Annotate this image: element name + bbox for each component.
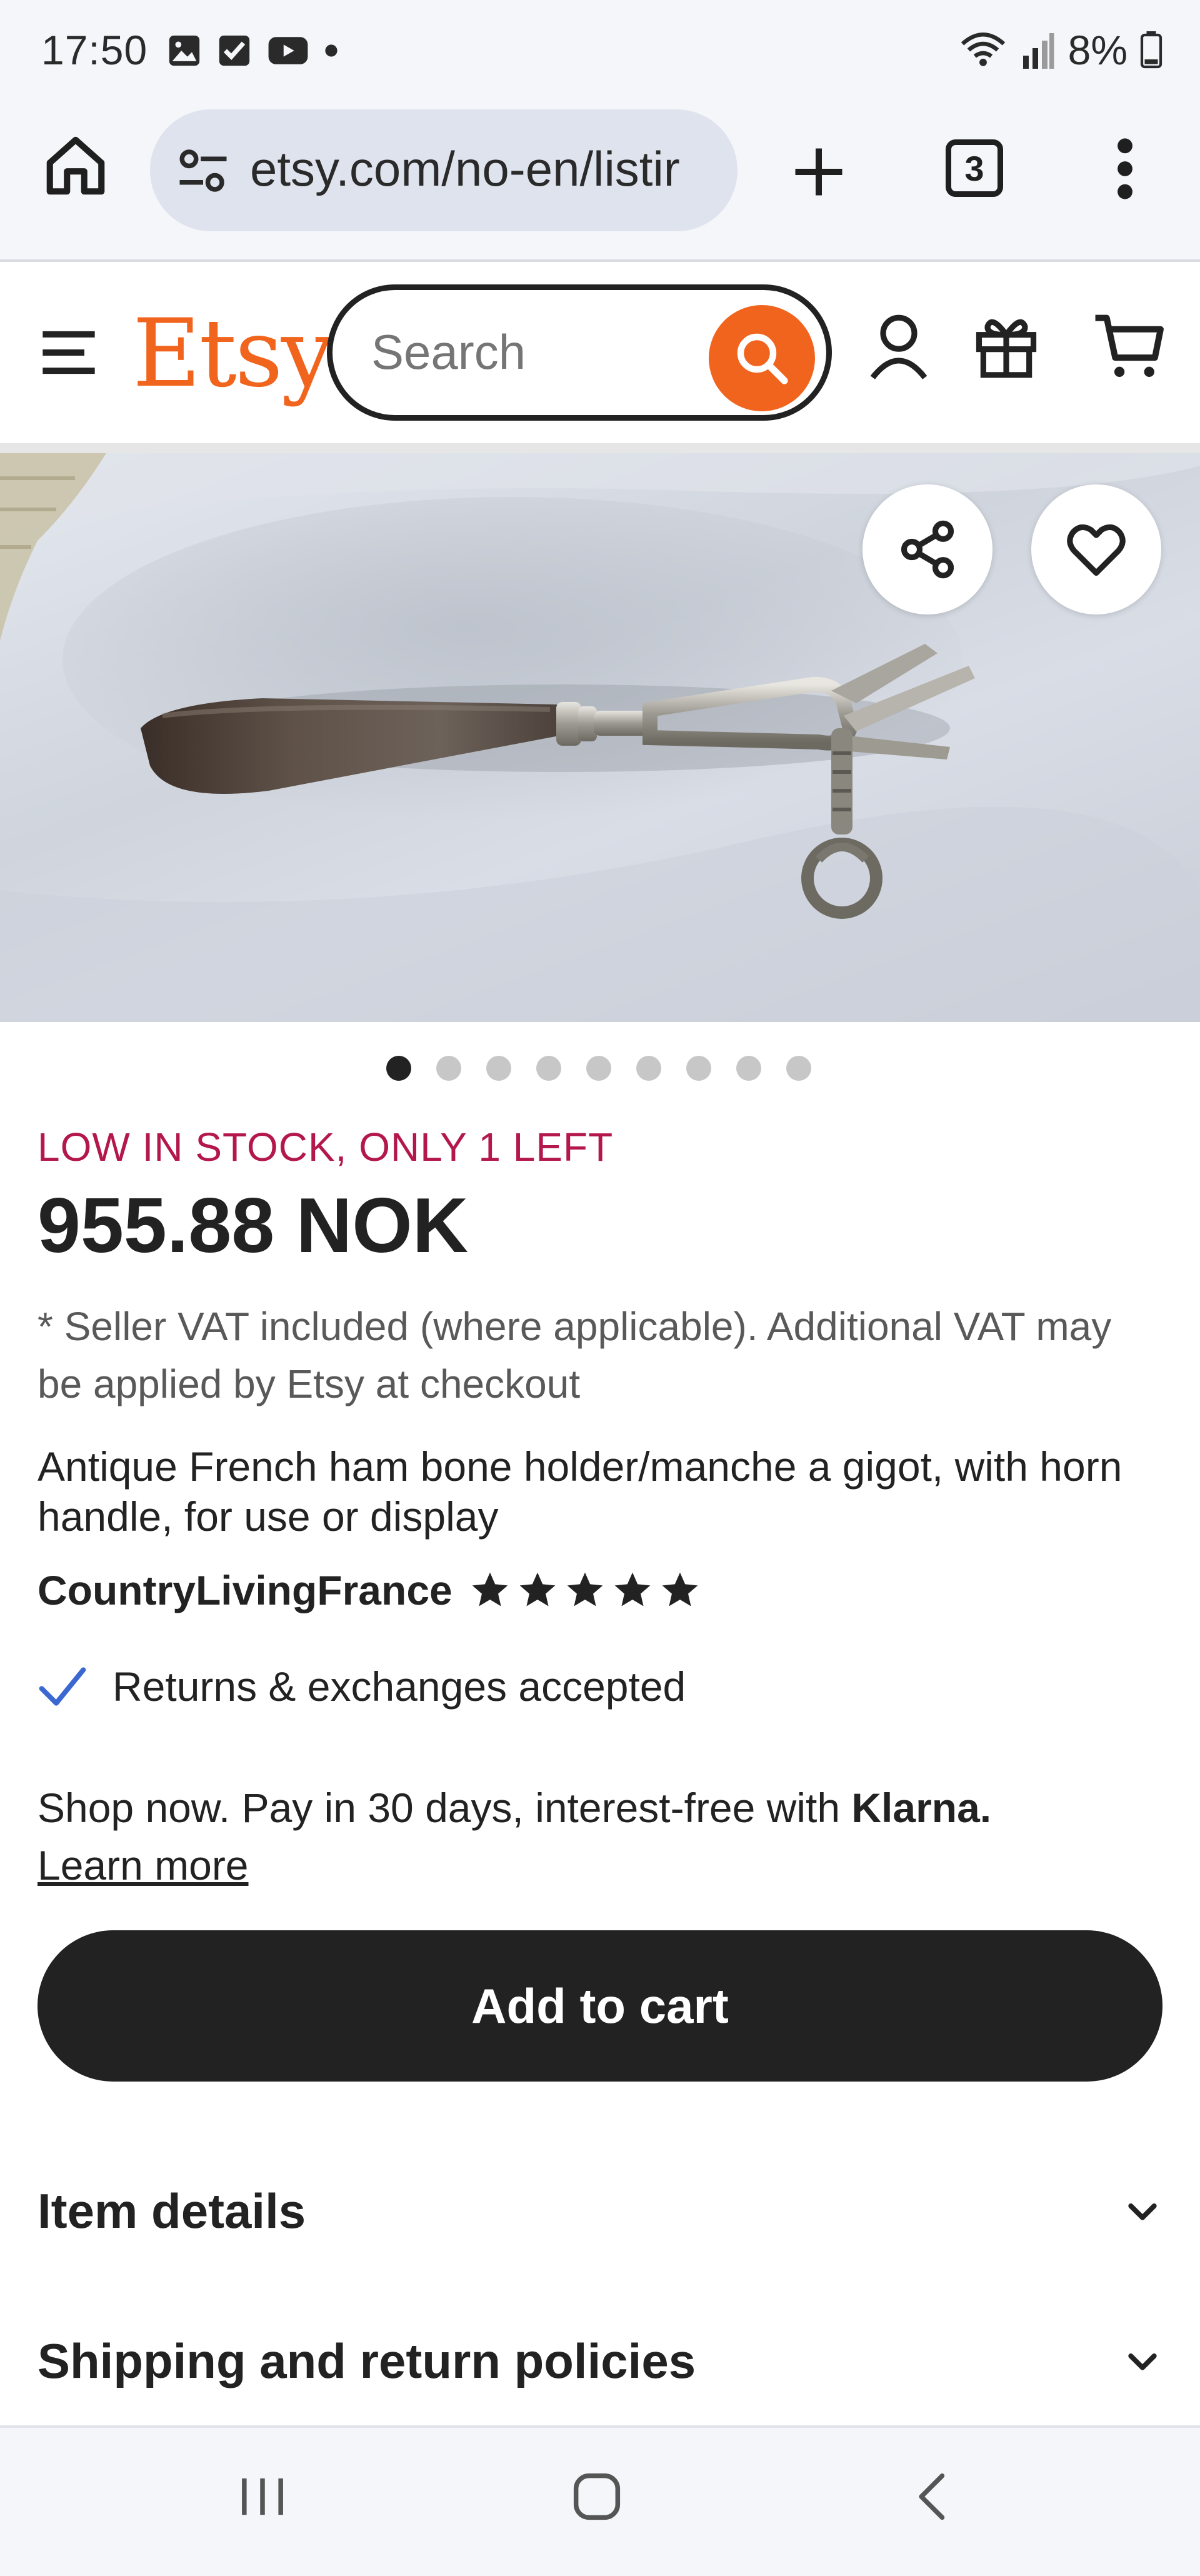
shop-row: CountryLivingFrance [38, 1566, 701, 1614]
returns-row: Returns & exchanges accepted [38, 1663, 686, 1710]
system-icons: 8% [958, 26, 1162, 74]
dot-icon [325, 44, 338, 57]
carousel-dot[interactable] [536, 1056, 561, 1081]
shipping-policies-label: Shipping and return policies [38, 2333, 696, 2388]
carousel-dot[interactable] [786, 1056, 811, 1081]
status-time: 17:50 [41, 27, 148, 73]
vat-note: * Seller VAT included (where applicable)… [38, 1304, 1112, 1406]
carousel-dot[interactable] [486, 1056, 511, 1081]
status-bar: 17:50 8% [0, 0, 1200, 103]
address-bar[interactable]: etsy.com/no-en/listir [150, 109, 738, 231]
carousel-dot[interactable] [386, 1056, 411, 1081]
site-header: Etsy [0, 262, 1200, 453]
home-nav-icon[interactable] [566, 2465, 628, 2528]
star-rating[interactable] [469, 1569, 701, 1611]
browser-toolbar: etsy.com/no-en/listir 3 [0, 103, 1200, 262]
image-icon [169, 35, 200, 66]
product-image[interactable] [0, 453, 1200, 1022]
search-button[interactable] [709, 305, 815, 411]
klarna-promo: Shop now. Pay in 30 days, interest-free … [38, 1779, 1162, 1894]
gift-icon[interactable] [972, 312, 1041, 381]
tab-switcher-button[interactable]: 3 [946, 139, 1003, 197]
shop-name-link[interactable]: CountryLivingFrance [38, 1566, 452, 1614]
checkbox-icon [219, 35, 250, 66]
star-icon [472, 1572, 508, 1606]
new-tab-icon[interactable] [788, 141, 850, 203]
back-icon[interactable] [903, 2465, 966, 2528]
carousel-dot[interactable] [636, 1056, 661, 1081]
checkmark-icon [39, 1667, 86, 1706]
search-input[interactable] [370, 320, 698, 384]
url-text[interactable]: etsy.com/no-en/listir [250, 141, 738, 198]
image-carousel-dots [386, 1056, 811, 1081]
price: 955.88 NOK [38, 1183, 469, 1269]
carousel-dot[interactable] [436, 1056, 461, 1081]
klarna-brand: Klarna [851, 1785, 980, 1831]
product-title: Antique French ham bone holder/manche a … [38, 1443, 1122, 1540]
battery-icon [1140, 31, 1162, 69]
youtube-icon [268, 37, 308, 64]
share-button[interactable] [862, 484, 992, 614]
item-details-accordion[interactable]: Item details [38, 2164, 1162, 2258]
share-icon [901, 520, 954, 579]
cart-icon[interactable] [1092, 312, 1166, 381]
home-icon[interactable] [41, 131, 110, 200]
search-icon [737, 333, 788, 384]
battery-level: 8% [1068, 27, 1128, 73]
star-icon [567, 1572, 603, 1606]
site-settings-icon[interactable] [175, 146, 231, 196]
chevron-down-icon [1128, 2353, 1157, 2370]
chevron-down-icon [1128, 2203, 1157, 2220]
klarna-text: Shop now. Pay in 30 days, interest-free … [38, 1785, 852, 1831]
returns-text: Returns & exchanges accepted [112, 1663, 686, 1710]
star-icon [519, 1572, 556, 1606]
carousel-dot[interactable] [736, 1056, 761, 1081]
notification-icons [166, 33, 339, 69]
heart-icon [1067, 524, 1126, 576]
search-bar[interactable] [327, 284, 832, 421]
carousel-dot[interactable] [586, 1056, 611, 1081]
stock-notice: LOW IN STOCK, ONLY 1 LEFT [38, 1125, 614, 1170]
favorite-button[interactable] [1031, 484, 1161, 614]
carousel-dot[interactable] [686, 1056, 711, 1081]
star-icon [662, 1572, 698, 1606]
hamburger-menu-icon[interactable] [38, 324, 100, 381]
signal-icon [1022, 33, 1054, 69]
item-details-label: Item details [38, 2183, 306, 2238]
product-photo [0, 453, 1200, 1022]
etsy-logo[interactable]: Etsy [132, 299, 334, 408]
learn-more-link[interactable]: Learn more [38, 1842, 249, 1888]
shipping-policies-accordion[interactable]: Shipping and return policies [38, 2314, 1162, 2408]
more-options-icon[interactable] [1106, 134, 1144, 203]
add-to-cart-button[interactable]: Add to cart [38, 1930, 1162, 2082]
recent-apps-icon[interactable] [231, 2465, 294, 2528]
star-icon [614, 1572, 651, 1606]
wifi-icon [961, 32, 1005, 66]
account-icon[interactable] [868, 312, 930, 381]
system-navigation-bar [0, 2425, 1200, 2576]
klarna-period: . [979, 1785, 992, 1831]
